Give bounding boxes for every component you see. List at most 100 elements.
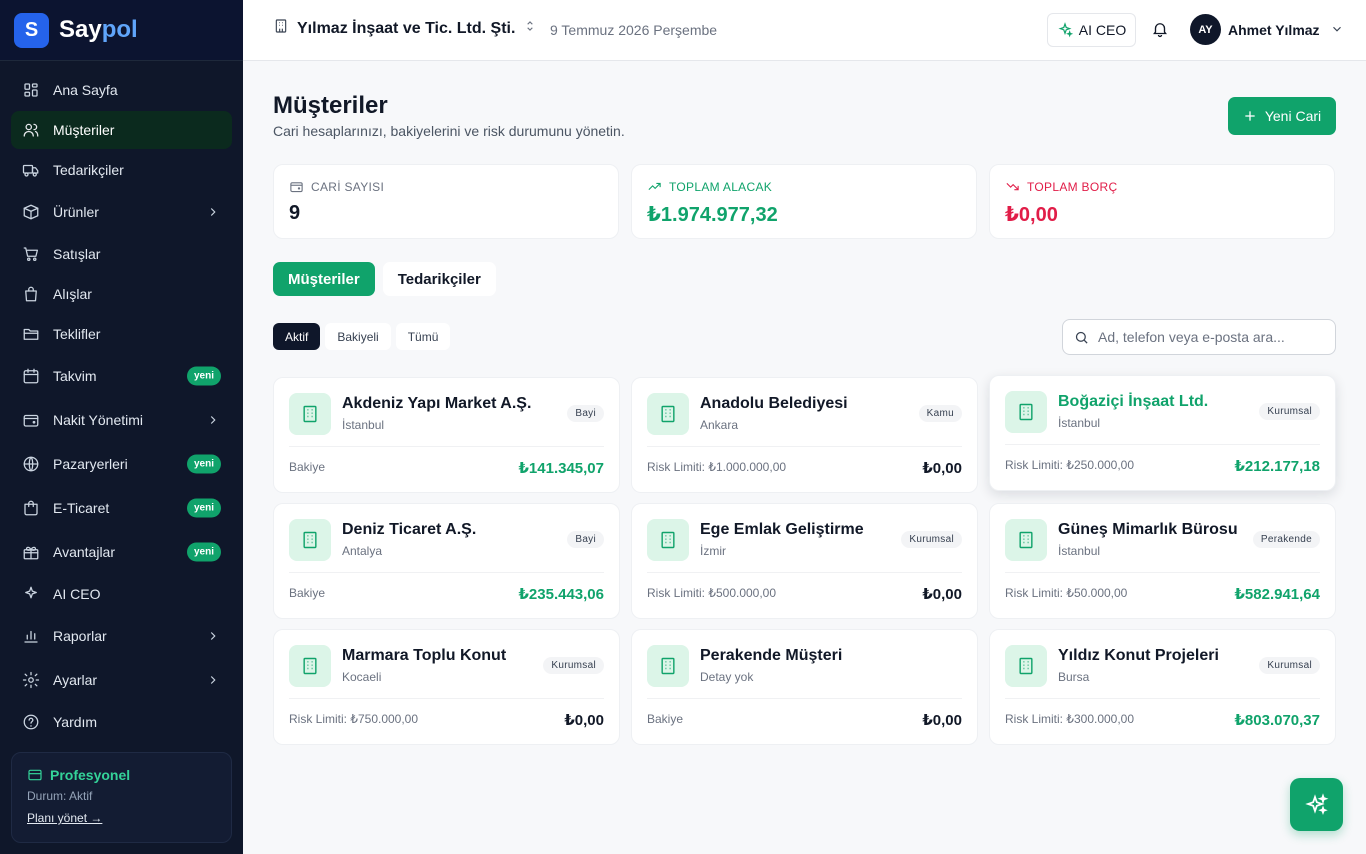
customer-city: Detay yok xyxy=(700,670,754,684)
stat-value: ₺0,00 xyxy=(1005,204,1058,226)
sidebar-item-label: Tedarikçiler xyxy=(53,162,124,178)
customer-card[interactable]: Güneş Mimarlık Bürosu İstanbul Perakende Ri… xyxy=(989,503,1336,619)
divider xyxy=(289,698,604,699)
sidebar-item-4[interactable]: Satışlar xyxy=(11,235,232,273)
sidebar-item-12[interactable]: AI CEO xyxy=(11,575,232,613)
sidebar-item-7[interactable]: Takvim yeni xyxy=(11,355,232,397)
sidebar-item-label: Satışlar xyxy=(53,246,101,262)
customer-card[interactable]: Yıldız Konut Projeleri Bursa Kurumsal Risk … xyxy=(989,629,1336,745)
customer-footer-label: Risk Limiti: ₺500.000,00 xyxy=(647,586,777,600)
customer-footer-label: Risk Limiti: ₺1.000.000,00 xyxy=(647,460,787,474)
customer-type-badge: Kurumsal xyxy=(901,531,962,548)
tab-1[interactable]: Tedarikçiler xyxy=(382,262,496,296)
search-box[interactable] xyxy=(1062,319,1336,355)
building-icon xyxy=(289,645,331,687)
customer-card[interactable]: Ege Emlak Geliştirme İzmir Kurumsal Risk Li… xyxy=(631,503,978,619)
sidebar-item-label: E-Ticaret xyxy=(53,500,110,516)
main-content: Müşteriler Cari hesaplarınızı, bakiyeler… xyxy=(243,61,1366,854)
sidebar-item-5[interactable]: Alışlar xyxy=(11,275,232,313)
customer-city: Antalya xyxy=(342,544,383,558)
customer-card[interactable]: Boğaziçi İnşaat Ltd. İstanbul Kurumsal Risk… xyxy=(989,375,1336,491)
sidebar-item-15[interactable]: Yardım xyxy=(11,703,232,741)
filter-1[interactable]: Bakiyeli xyxy=(325,323,391,350)
customer-name: Güneş Mimarlık Bürosu xyxy=(1058,521,1238,538)
dashboard-icon xyxy=(21,80,41,100)
ai-ceo-label: AI CEO xyxy=(1078,22,1127,38)
customer-city: İstanbul xyxy=(1058,544,1101,558)
customer-card[interactable]: Anadolu Belediyesi Ankara Kamu Risk Limiti:… xyxy=(631,377,978,493)
help-icon xyxy=(21,712,41,732)
divider xyxy=(1005,444,1320,445)
sidebar-item-8[interactable]: Nakit Yönetimi xyxy=(11,399,232,441)
avatar: AY xyxy=(1190,14,1221,45)
customer-city: Ankara xyxy=(700,418,739,432)
sidebar-item-label: Nakit Yönetimi xyxy=(53,412,144,428)
sidebar-item-3[interactable]: Ürünler xyxy=(11,191,232,233)
sidebar-item-label: Avantajlar xyxy=(53,544,116,560)
building-icon xyxy=(273,18,297,39)
customer-balance: ₺582.941,64 xyxy=(1234,586,1320,603)
customer-balance: ₺141.345,07 xyxy=(518,460,604,477)
status-filters: Aktif Bakiyeli Tümü xyxy=(273,323,455,350)
sidebar-item-10[interactable]: E-Ticaret yeni xyxy=(11,487,232,529)
sidebar-item-9[interactable]: Pazaryerleri yeni xyxy=(11,443,232,485)
customer-footer-label: Risk Limiti: ₺750.000,00 xyxy=(289,712,419,726)
ai-assistant-fab[interactable] xyxy=(1290,778,1343,831)
customer-city: İstanbul xyxy=(342,418,385,432)
company-name: Yılmaz İnşaat ve Tic. Ltd. Şti. xyxy=(297,19,516,37)
gift-icon xyxy=(21,542,41,562)
sidebar-item-1[interactable]: Müşteriler xyxy=(11,111,232,149)
stat-value: 9 xyxy=(289,202,301,224)
customer-name: Yıldız Konut Projeleri xyxy=(1058,647,1219,664)
stat-label: CARİ SAYISI xyxy=(289,179,603,194)
divider xyxy=(289,572,604,573)
new-badge: yeni xyxy=(186,454,221,474)
customer-card[interactable]: Perakende Müşteri Detay yok Bakiye ₺0,00 xyxy=(631,629,978,745)
user-menu[interactable]: AY Ahmet Yılmaz xyxy=(1190,14,1344,45)
sidebar-item-label: Yardım xyxy=(53,714,98,730)
customer-balance: ₺0,00 xyxy=(564,712,604,729)
new-account-button[interactable]: Yeni Cari xyxy=(1228,97,1336,135)
customer-city: İzmir xyxy=(700,544,726,558)
stat-card: CARİ SAYISI 9 xyxy=(273,164,619,239)
sidebar-item-14[interactable]: Ayarlar xyxy=(11,659,232,701)
shopping-bag-icon xyxy=(21,498,41,518)
brand[interactable]: S Saypol xyxy=(0,0,243,61)
customer-footer-label: Risk Limiti: ₺50.000,00 xyxy=(1005,586,1128,600)
bell-icon[interactable] xyxy=(1151,20,1171,40)
customer-footer-label: Bakiye xyxy=(289,460,326,474)
filter-0[interactable]: Aktif xyxy=(273,323,321,350)
manage-plan-link[interactable]: Planı yönet → xyxy=(27,811,102,825)
tab-0[interactable]: Müşteriler xyxy=(273,262,375,296)
customer-type-badge: Kurumsal xyxy=(1259,657,1320,674)
building-icon xyxy=(289,519,331,561)
plan-status: Durum: Aktif xyxy=(27,789,93,803)
cart-icon xyxy=(21,244,41,264)
sidebar-item-11[interactable]: Avantajlar yeni xyxy=(11,531,232,573)
sidebar-item-0[interactable]: Ana Sayfa xyxy=(11,71,232,109)
search-input[interactable] xyxy=(1098,329,1318,345)
divider xyxy=(1005,572,1320,573)
sidebar-item-label: Alışlar xyxy=(53,286,92,302)
customer-card[interactable]: Marmara Toplu Konut Kocaeli Kurumsal Risk L… xyxy=(273,629,620,745)
customer-card[interactable]: Deniz Ticaret A.Ş. Antalya Bayi Bakiye ₺235.… xyxy=(273,503,620,619)
customer-type-badge: Perakende xyxy=(1252,531,1320,548)
ai-ceo-button[interactable]: AI CEO xyxy=(1047,13,1136,47)
sidebar-item-6[interactable]: Teklifler xyxy=(11,315,232,353)
sidebar-nav: Ana Sayfa Müşteriler Tedarikçiler Ürünler Sa… xyxy=(0,61,243,741)
chevron-down-icon xyxy=(1320,19,1344,41)
customer-card[interactable]: Akdeniz Yapı Market A.Ş. İstanbul Bayi Baki… xyxy=(273,377,620,493)
brand-name-b: pol xyxy=(101,16,138,43)
filter-2[interactable]: Tümü xyxy=(395,323,451,350)
sidebar: S Saypol Ana Sayfa Müşteriler Tedarikçiler… xyxy=(0,0,243,854)
calendar-icon xyxy=(21,366,41,386)
sidebar-item-13[interactable]: Raporlar xyxy=(11,615,232,657)
company-switcher[interactable]: Yılmaz İnşaat ve Tic. Ltd. Şti. xyxy=(273,18,537,39)
new-account-label: Yeni Cari xyxy=(1264,108,1322,124)
stat-label-text: TOPLAM ALACAK xyxy=(669,179,773,194)
customer-balance: ₺0,00 xyxy=(922,460,962,477)
new-badge: yeni xyxy=(186,498,221,518)
stat-label-text: TOPLAM BORÇ xyxy=(1027,179,1118,194)
sidebar-item-2[interactable]: Tedarikçiler xyxy=(11,151,232,189)
customer-footer-label: Risk Limiti: ₺300.000,00 xyxy=(1005,712,1135,726)
